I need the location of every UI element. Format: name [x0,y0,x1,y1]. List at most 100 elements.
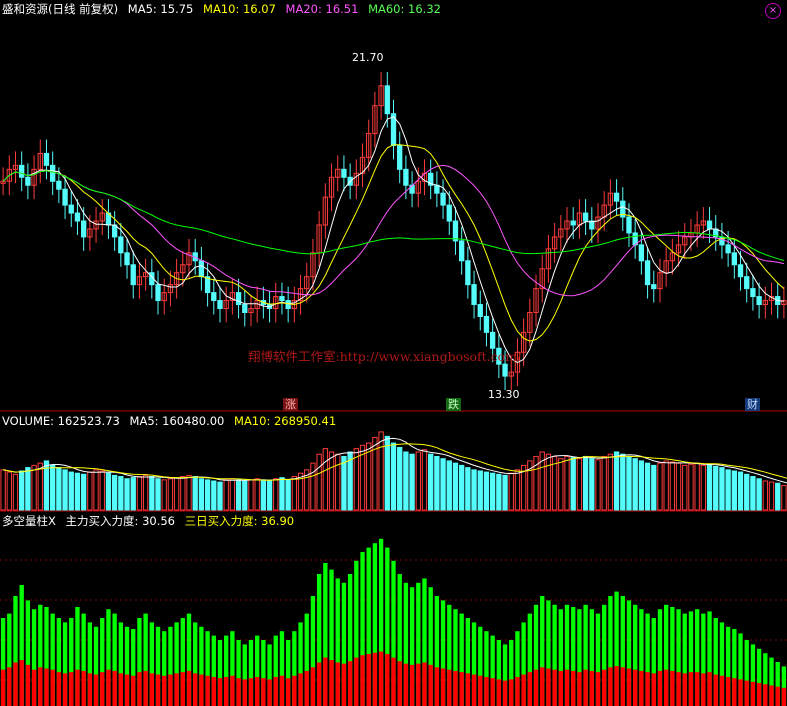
volume-bar [111,474,118,511]
volume-bar [310,462,316,511]
volume-bar [105,472,112,511]
indicator-red-bar [515,676,520,706]
volume-bar [713,465,719,511]
main-force-readout: 主力买入力度: 30.56 [65,514,175,528]
indicator-red-bar [775,686,780,706]
volume-bar [390,442,397,511]
indicator-red-bar [707,672,712,706]
candle [570,220,576,226]
volume-bar [651,464,657,511]
volume-bar [223,479,229,511]
candle [403,168,409,186]
volume-bar [725,469,731,511]
volume-bar [118,476,124,511]
indicator-red-bar [657,670,663,706]
indicator-red-bar [738,679,743,706]
candle [341,168,347,178]
indicator-red-bar [31,669,37,706]
indicator-red-bar [502,680,508,706]
three-day-readout: 三日买入力度: 36.90 [184,514,295,528]
indicator-red-bar [471,674,477,706]
indicator-red-bar [620,667,625,706]
candle [446,204,452,222]
indicator-red-bar [341,663,347,706]
volume-bar [496,473,502,511]
indicator-red-bar [484,676,489,706]
indicator-red-bar [329,660,334,706]
volume-bar [434,455,440,511]
indicator-red-bar [744,680,749,706]
volume-bar [322,448,329,511]
signal-zhang: 涨 [283,398,298,411]
volume-bar [37,462,43,511]
ma60-readout: MA60: 16.32 [368,2,441,16]
volume-bar [570,457,576,511]
candle [644,260,651,286]
price-header: 盛和资源(日线 前复权) MA5: 15.75 MA10: 16.07 MA20… [2,2,447,16]
volume-bar [669,461,676,511]
volume-bar [595,459,601,511]
volume-bar [446,460,452,511]
indicator-red-bar [292,675,297,706]
indicator-red-bar [589,670,594,706]
volume-bar [378,431,384,511]
volume-bar [285,479,291,511]
volume-bar [211,480,217,511]
candle [744,276,750,290]
volume-bar [558,458,564,511]
candle [50,164,56,182]
indicator-red-bar [608,667,613,706]
volume-bar [483,471,490,511]
indicator-red-bar [106,669,111,706]
indicator-red-bar [19,660,24,706]
volume-bar [6,471,12,511]
volume-bar [254,478,260,511]
indicator-red-bar [267,679,272,706]
volume-header: VOLUME: 162523.73 MA5: 160480.00 MA10: 2… [2,414,342,428]
indicator-red-bar [366,653,371,706]
volume-bar [638,460,645,511]
volume-bar [508,472,514,511]
volume-bar [663,460,669,511]
indicator-red-bar [633,669,638,706]
indicator-red-bar [25,664,31,706]
indicator-red-bar [44,668,49,706]
candle [706,220,713,230]
indicator-red-bar [583,669,588,706]
volume-bar [291,476,298,511]
candle [440,192,446,206]
indicator-red-bar [682,673,687,706]
volume-bar [458,464,465,511]
indicator-red-bar [62,673,68,706]
indicator-red-bar [440,668,446,706]
indicator-red-bar [719,675,725,706]
candle [235,292,242,306]
indicator-red-bar [124,674,130,706]
indicator-red-bar [645,672,650,706]
volume-bar [19,470,25,511]
candle [211,292,217,302]
indicator-red-bar [7,667,12,706]
volume-bar [762,480,768,511]
indicator-red-bar [732,678,737,706]
volume-bar [756,478,762,511]
indicator-red-bar [465,673,471,706]
indicator-red-bar [378,651,384,706]
indicator-red-bar [434,667,440,706]
indicator-red-bar [602,669,607,706]
volume-bar [62,469,68,511]
indicator-red-bar [75,669,80,706]
candle [434,184,440,194]
volume-bar [428,453,434,511]
indicator-red-bar [416,663,421,706]
indicator-red-bar [372,652,378,706]
volume-bar [198,478,205,511]
close-icon[interactable]: × [765,3,781,19]
candle [19,164,25,178]
volume-bar [694,462,700,511]
indicator-red-bar [100,672,105,706]
indicator-red-bar [521,674,526,706]
candle [242,304,248,313]
candle [124,252,130,266]
indicator-red-bar [261,678,266,706]
